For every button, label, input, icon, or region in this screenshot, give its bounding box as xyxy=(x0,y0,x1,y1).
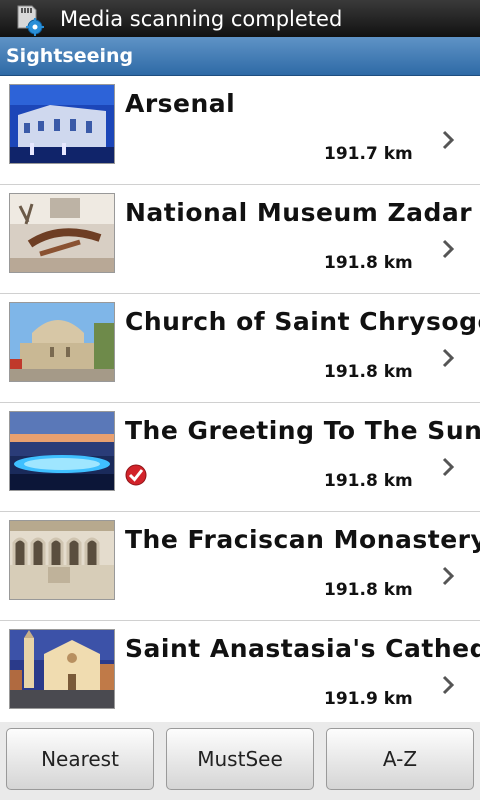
item-distance: 191.8 km xyxy=(324,362,413,382)
page-title: Sightseeing xyxy=(6,45,134,67)
arsenal-thumbnail xyxy=(9,84,115,164)
list-item[interactable]: Church of Saint Chrysogon 191.8 km xyxy=(0,294,480,403)
item-distance: 191.9 km xyxy=(324,689,413,709)
chevron-right-icon xyxy=(442,457,455,477)
item-distance: 191.8 km xyxy=(324,471,413,491)
title-bar: Sightseeing xyxy=(0,37,480,76)
chevron-right-icon xyxy=(442,566,455,586)
item-title: Saint Anastasia's Cathedra xyxy=(125,634,480,663)
list-item[interactable]: The Fraciscan Monastery 191.8 km xyxy=(0,512,480,621)
mustsee-button[interactable]: MustSee xyxy=(166,728,314,790)
item-distance: 191.8 km xyxy=(324,580,413,600)
item-title: National Museum Zadar xyxy=(125,198,473,227)
list-item[interactable]: Saint Anastasia's Cathedra 191.9 km xyxy=(0,621,480,722)
must-see-check-icon xyxy=(125,464,147,486)
item-distance: 191.7 km xyxy=(324,144,413,164)
list-item[interactable]: The Greeting To The Sun 191.8 km xyxy=(0,403,480,512)
nearest-button[interactable]: Nearest xyxy=(6,728,154,790)
item-title: Arsenal xyxy=(125,89,236,118)
monastery-thumbnail xyxy=(9,520,115,600)
chevron-right-icon xyxy=(442,348,455,368)
sort-button-bar: Nearest MustSee A-Z xyxy=(0,722,480,800)
cathedral-thumbnail xyxy=(9,629,115,709)
chevron-right-icon xyxy=(442,130,455,150)
list-item[interactable]: National Museum Zadar 191.8 km xyxy=(0,185,480,294)
sight-list[interactable]: Arsenal 191.7 km National Museum Zadar 1… xyxy=(0,76,480,722)
museum-thumbnail xyxy=(9,193,115,273)
greeting-sun-thumbnail xyxy=(9,411,115,491)
chevron-right-icon xyxy=(442,239,455,259)
chevron-right-icon xyxy=(442,675,455,695)
item-title: The Fraciscan Monastery xyxy=(125,525,480,554)
item-title: The Greeting To The Sun xyxy=(125,416,480,445)
list-item[interactable]: Arsenal 191.7 km xyxy=(0,76,480,185)
status-message: Media scanning completed xyxy=(60,7,343,31)
status-bar: Media scanning completed xyxy=(0,0,480,37)
item-title: Church of Saint Chrysogon xyxy=(125,307,480,336)
a-z-button[interactable]: A-Z xyxy=(326,728,474,790)
sd-card-scan-icon xyxy=(12,4,46,36)
church-thumbnail xyxy=(9,302,115,382)
item-distance: 191.8 km xyxy=(324,253,413,273)
